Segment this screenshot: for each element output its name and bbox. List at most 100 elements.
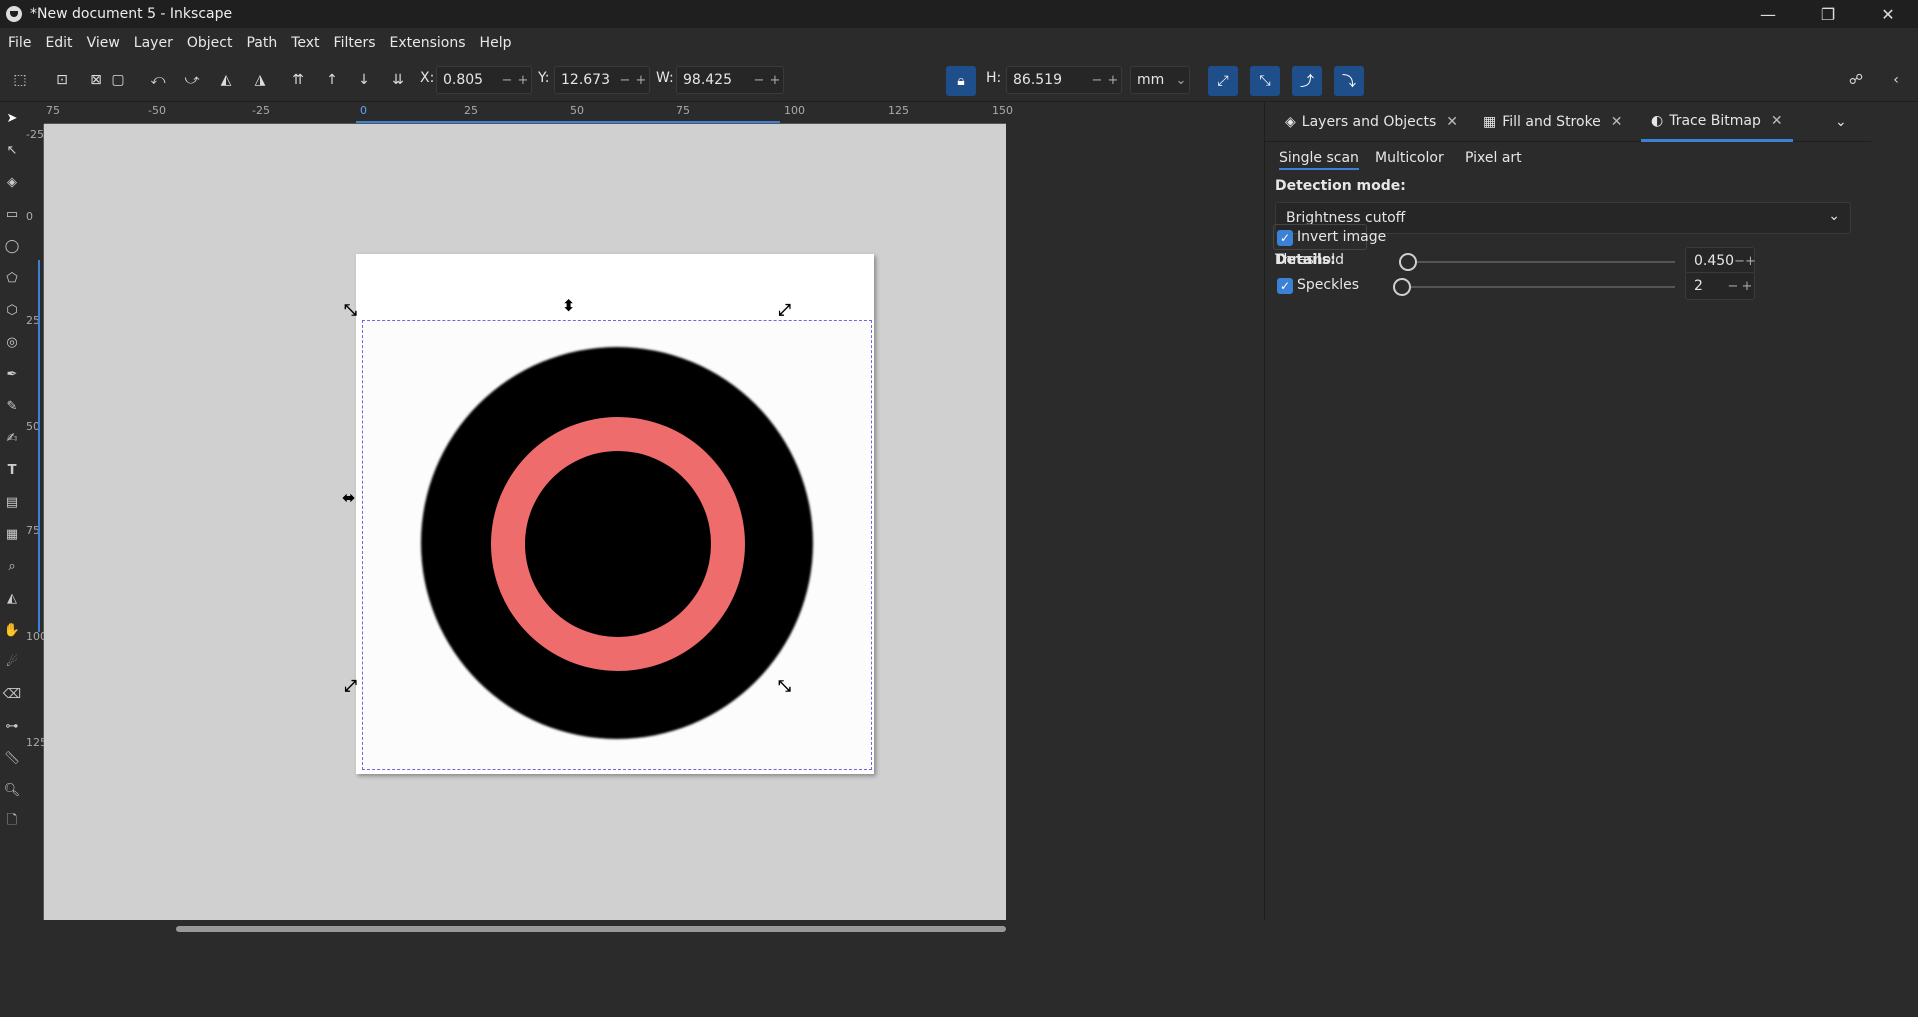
flip-vertical-icon[interactable]: ◮ <box>246 66 274 94</box>
threshold-increment[interactable]: + <box>1745 254 1756 269</box>
scale-handle-ne[interactable]: ⤢ <box>778 300 791 320</box>
transform-gradients-button[interactable]: ⤴ <box>1292 66 1322 96</box>
menu-layer[interactable]: Layer <box>134 35 173 51</box>
deselect-icon[interactable]: ▢ <box>104 66 132 94</box>
pen-tool-icon[interactable]: ✒ <box>0 358 24 390</box>
box3d-tool-icon[interactable]: ⬡ <box>0 294 24 326</box>
select-all-icon[interactable]: ⬚ <box>6 66 34 94</box>
menu-view[interactable]: View <box>87 35 120 51</box>
mesh-tool-icon[interactable]: ▦ <box>0 518 24 550</box>
w-value[interactable]: 98.425 <box>677 72 751 88</box>
threshold-value[interactable]: 0.450 <box>1686 253 1734 269</box>
scale-handle-se[interactable]: ⤡ <box>778 676 791 696</box>
rotate-ccw-icon[interactable]: ⤺ <box>144 66 172 94</box>
menu-text[interactable]: Text <box>291 35 319 51</box>
zoom-tool-icon[interactable]: 🔍︎ <box>0 774 24 806</box>
menu-edit[interactable]: Edit <box>45 35 72 51</box>
calligraphy-tool-icon[interactable]: ✍ <box>0 422 24 454</box>
speckles-slider[interactable] <box>1393 278 1675 296</box>
tab-fill-stroke[interactable]: ▦ Fill and Stroke ✕ <box>1483 102 1623 142</box>
close-tab-icon[interactable]: ✕ <box>1446 114 1458 130</box>
tweak-tool-icon[interactable]: ✋ <box>0 614 24 646</box>
speckles-label[interactable]: Speckles <box>1297 277 1359 293</box>
select-all-layers-icon[interactable]: ⊡ <box>48 66 76 94</box>
speckles-increment[interactable]: + <box>1740 279 1754 294</box>
close-tab-icon[interactable]: ✕ <box>1611 114 1623 130</box>
spiral-tool-icon[interactable]: ◎ <box>0 326 24 358</box>
pencil-tool-icon[interactable]: ✎ <box>0 390 24 422</box>
menu-filters[interactable]: Filters <box>334 35 376 51</box>
x-field[interactable]: 0.805 − + <box>436 66 532 94</box>
maximize-button[interactable]: ❐ <box>1798 0 1858 28</box>
flip-horizontal-icon[interactable]: ◭ <box>212 66 240 94</box>
toggle-panel-icon[interactable]: ‹ <box>1882 66 1910 94</box>
scale-handle-sw[interactable]: ⤢ <box>344 676 357 696</box>
measure-tool-icon[interactable]: 📏︎ <box>0 742 24 774</box>
tab-layers-objects[interactable]: ◈ Layers and Objects ✕ <box>1285 102 1458 142</box>
h-value[interactable]: 86.519 <box>1007 72 1089 88</box>
node-tool-icon[interactable]: ↖ <box>0 134 24 166</box>
threshold-slider[interactable] <box>1399 253 1675 271</box>
selector-tool-icon[interactable]: ➤ <box>0 102 24 134</box>
rectangle-tool-icon[interactable]: ▭ <box>0 198 24 230</box>
paint-bucket-icon[interactable]: ◭ <box>0 582 24 614</box>
raise-to-top-icon[interactable]: ⇈ <box>284 66 312 94</box>
ellipse-tool-icon[interactable]: ◯ <box>0 230 24 262</box>
transform-patterns-button[interactable]: ⤵ <box>1334 66 1364 96</box>
scale-handle-s[interactable]: ⬍ <box>562 680 575 699</box>
close-tab-icon[interactable]: ✕ <box>1771 113 1783 129</box>
speckles-knob[interactable] <box>1393 278 1411 296</box>
h-increment[interactable]: + <box>1105 73 1121 88</box>
scale-corners-button[interactable]: ⤡ <box>1250 66 1280 96</box>
menu-file[interactable]: File <box>8 35 31 51</box>
w-increment[interactable]: + <box>767 73 783 88</box>
rotate-cw-icon[interactable]: ⤻ <box>178 66 206 94</box>
lock-proportions-button[interactable]: 🔒︎ <box>946 66 976 96</box>
tab-trace-bitmap[interactable]: ◐ Trace Bitmap ✕ <box>1641 102 1793 142</box>
snap-icon[interactable]: ☍ <box>1842 66 1870 94</box>
y-value[interactable]: 12.673 <box>555 72 617 88</box>
menu-help[interactable]: Help <box>480 35 512 51</box>
speckles-value[interactable]: 2 <box>1686 278 1726 294</box>
speckles-decrement[interactable]: − <box>1726 279 1740 294</box>
close-button[interactable]: ✕ <box>1858 0 1918 28</box>
invert-image-checkbox[interactable]: ✓ <box>1277 230 1293 246</box>
dropper-tool-icon[interactable]: ⌕ <box>0 550 24 582</box>
lower-to-bottom-icon[interactable]: ⇊ <box>384 66 412 94</box>
star-tool-icon[interactable]: ⬠ <box>0 262 24 294</box>
h-field[interactable]: 86.519 − + <box>1006 66 1122 94</box>
threshold-knob[interactable] <box>1399 253 1417 271</box>
w-decrement[interactable]: − <box>751 73 767 88</box>
menu-extensions[interactable]: Extensions <box>390 35 466 51</box>
canvas[interactable]: ⤡ ⬍ ⤢ ⬌ ⬌ ⤢ ⬍ ⤡ <box>44 124 1006 920</box>
connector-tool-icon[interactable]: ⊶ <box>0 710 24 742</box>
x-value[interactable]: 0.805 <box>437 72 499 88</box>
spray-tool-icon[interactable]: ☄ <box>0 646 24 678</box>
speckles-checkbox[interactable]: ✓ <box>1277 278 1293 294</box>
menu-path[interactable]: Path <box>246 35 277 51</box>
embedded-image[interactable] <box>362 320 872 770</box>
x-increment[interactable]: + <box>515 73 531 88</box>
x-decrement[interactable]: − <box>499 73 515 88</box>
gradient-tool-icon[interactable]: ▤ <box>0 486 24 518</box>
y-increment[interactable]: + <box>633 73 649 88</box>
w-field[interactable]: 98.425 − + <box>676 66 784 94</box>
raise-icon[interactable]: ↑ <box>318 66 346 94</box>
text-tool-icon[interactable]: T <box>0 454 24 486</box>
lower-icon[interactable]: ↓ <box>350 66 378 94</box>
scale-handle-w[interactable]: ⬌ <box>342 488 355 507</box>
h-decrement[interactable]: − <box>1089 73 1105 88</box>
horizontal-scrollbar[interactable] <box>176 926 1006 932</box>
pages-tool-icon[interactable]: 🗋 <box>0 806 24 838</box>
subtab-single-scan[interactable]: Single scan <box>1279 150 1359 170</box>
threshold-decrement[interactable]: − <box>1734 254 1745 269</box>
scale-handle-nw[interactable]: ⤡ <box>344 300 357 320</box>
shape-builder-icon[interactable]: ◈ <box>0 166 24 198</box>
scale-stroke-button[interactable]: ⤢ <box>1208 66 1238 96</box>
y-decrement[interactable]: − <box>617 73 633 88</box>
menu-object[interactable]: Object <box>187 35 233 51</box>
tabs-menu-chevron-icon[interactable]: ⌄ <box>1835 102 1847 142</box>
scale-handle-e[interactable]: ⬌ <box>780 488 793 507</box>
minimize-button[interactable]: — <box>1738 0 1798 28</box>
y-field[interactable]: 12.673 − + <box>554 66 650 94</box>
